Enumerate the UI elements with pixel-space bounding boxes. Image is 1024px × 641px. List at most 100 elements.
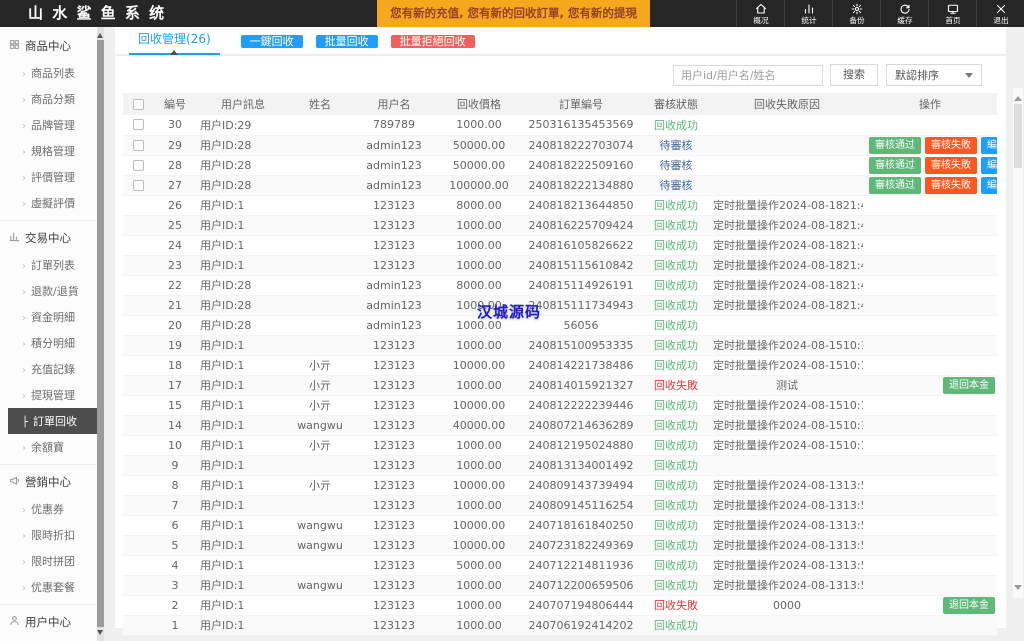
fail-button[interactable]: 審核失敗 (925, 136, 977, 154)
cell-price: 1000.00 (437, 115, 521, 136)
search-button[interactable]: 搜索 (830, 64, 878, 86)
sidebar-item[interactable]: › 优惠券 (0, 496, 97, 522)
refund-button[interactable]: 退回本金 (943, 376, 995, 394)
row-checkbox[interactable] (132, 159, 144, 171)
sidebar-item[interactable]: › 虛擬評價 (0, 190, 97, 216)
sidebar-item[interactable]: › 積分明細 (0, 330, 97, 356)
sidebar-item[interactable]: ›会员列表 (0, 636, 97, 641)
cell-number: 7 (153, 495, 197, 516)
cell-price: 1000.00 (437, 575, 521, 596)
row-checkbox[interactable] (132, 139, 144, 151)
table-row: 23 用户ID:1 123123 1000.00 240815115610842 回收成功… (123, 255, 997, 276)
sidebar-item[interactable]: › 規格管理 (0, 138, 97, 164)
cell-user-info: 用户ID:28 (197, 155, 289, 176)
bulk-action-button[interactable]: 批量拒絕回收 (390, 34, 475, 48)
cell-username: 123123 (351, 335, 437, 356)
fail-button[interactable]: 審核失敗 (925, 176, 977, 194)
search-input[interactable] (673, 64, 823, 86)
cell-operations (863, 395, 997, 416)
sidebar-item[interactable]: › 品牌管理 (0, 112, 97, 138)
cell-number: 6 (153, 515, 197, 536)
sidebar-section-header[interactable]: 交易中心 (0, 221, 97, 252)
row-select-cell (123, 275, 153, 296)
scroll-down-icon[interactable] (1014, 585, 1022, 594)
cell-price: 1000.00 (437, 375, 521, 396)
row-checkbox[interactable] (132, 119, 144, 131)
table-row: 21 用户ID:28 admin123 1000.00 240815111734943 回… (123, 295, 997, 316)
topnav-label: 首页 (944, 15, 961, 25)
cell-number: 10 (153, 435, 197, 456)
cell-price: 8000.00 (437, 195, 521, 216)
item-arrow-icon: › (22, 557, 26, 568)
sidebar-item[interactable]: › 限时拼团 (0, 548, 97, 574)
row-checkbox[interactable] (132, 179, 144, 191)
sidebar-item[interactable]: › 优惠套餐 (0, 574, 97, 600)
topnav-item-logout[interactable]: 退出 (976, 0, 1024, 27)
topnav-item-homepage[interactable]: 首页 (928, 0, 976, 27)
status-badge: 回收成功 (654, 499, 698, 512)
cell-status: 回收成功 (641, 415, 711, 436)
sidebar-scrollbar[interactable] (97, 27, 104, 641)
sidebar-section-header[interactable]: 用户中心 (0, 605, 97, 636)
sort-select[interactable]: 默認排序 (886, 64, 982, 86)
approve-button[interactable]: 審核通过 (869, 176, 921, 194)
scroll-up-icon[interactable] (1014, 92, 1022, 101)
topnav-item-cache[interactable]: 缓存 (880, 0, 928, 27)
topnav-item-overview[interactable]: 概况 (736, 0, 784, 27)
sidebar-item[interactable]: › 評價管理 (0, 164, 97, 190)
edit-button[interactable]: 編輯 (981, 176, 997, 194)
bulk-action-button[interactable]: 一鍵回收 (240, 34, 303, 48)
row-select-cell (123, 195, 153, 216)
sidebar-item[interactable]: › 商品列表 (0, 60, 97, 86)
cell-username: 123123 (351, 475, 437, 496)
sidebar-item[interactable]: › 限時折扣 (0, 522, 97, 548)
cell-price: 1000.00 (437, 215, 521, 236)
approve-button[interactable]: 審核通过 (869, 136, 921, 154)
sidebar-item[interactable]: › 商品分類 (0, 86, 97, 112)
sidebar-item[interactable]: › 余額寶 (0, 434, 97, 460)
edit-button[interactable]: 編輯 (981, 136, 997, 154)
select-all-checkbox[interactable] (132, 98, 144, 110)
cell-order-number: 240723182249369 (521, 535, 641, 556)
cell-name (289, 155, 351, 176)
cell-user-info: 用户ID:1 (197, 255, 289, 276)
cell-user-info: 用户ID:1 (197, 355, 289, 376)
approve-button[interactable]: 審核通过 (869, 156, 921, 174)
sidebar-scrollbar-thumb[interactable] (97, 40, 104, 627)
main-scrollbar[interactable] (1013, 88, 1023, 598)
main-scrollbar-thumb[interactable] (1014, 104, 1022, 168)
refund-button[interactable]: 退回本金 (943, 596, 995, 614)
cell-price: 1000.00 (437, 495, 521, 516)
tab-recycle-management[interactable]: 回收管理(26) (129, 26, 220, 55)
sidebar-section-title: 交易中心 (25, 231, 71, 245)
cell-status: 回收成功 (641, 295, 711, 316)
cell-fail-reason (711, 315, 863, 336)
cell-operations (863, 195, 997, 216)
sidebar-item[interactable]: › 訂單列表 (0, 252, 97, 278)
sidebar-item[interactable]: › 資金明細 (0, 304, 97, 330)
sidebar-item-label: 优惠券 (31, 503, 64, 516)
topnav-item-backup[interactable]: 备份 (832, 0, 880, 27)
cell-name (289, 195, 351, 216)
cell-username: 123123 (351, 255, 437, 276)
sidebar-section-header[interactable]: 營銷中心 (0, 465, 97, 496)
topnav-item-stats[interactable]: 统计 (784, 0, 832, 27)
cell-name (289, 115, 351, 136)
bulk-action-button[interactable]: 批量回收 (315, 34, 378, 48)
cell-status: 回收成功 (641, 235, 711, 256)
sidebar-menu: 商品中心 › 商品列表 › 商品分類 › 品牌管理 › 規格管理 › 評價管理 › 虛擬評價交易中心 › 訂… (0, 29, 97, 641)
sidebar-item[interactable]: ├ 訂單回收 (8, 408, 97, 434)
scroll-up-icon[interactable] (97, 30, 103, 38)
cell-fail-reason (711, 455, 863, 476)
edit-button[interactable]: 編輯 (981, 156, 997, 174)
sidebar-section: 商品中心 › 商品列表 › 商品分類 › 品牌管理 › 規格管理 › 評價管理 › 虛擬評價 (0, 29, 97, 220)
sidebar-item[interactable]: › 退款/退貨 (0, 278, 97, 304)
sidebar-item[interactable]: › 提現管理 (0, 382, 97, 408)
fail-button[interactable]: 審核失敗 (925, 156, 977, 174)
table-row: 1 用户ID:1 123123 1000.00 240706192414202 回收成功 (123, 615, 997, 636)
scroll-down-icon[interactable] (97, 630, 103, 638)
sidebar-section-header[interactable]: 商品中心 (0, 29, 97, 60)
cell-fail-reason: 测试 (711, 375, 863, 396)
sidebar-item[interactable]: › 充值記錄 (0, 356, 97, 382)
table-row: 19 用户ID:1 123123 1000.00 240815100953335 回收成功… (123, 335, 997, 356)
